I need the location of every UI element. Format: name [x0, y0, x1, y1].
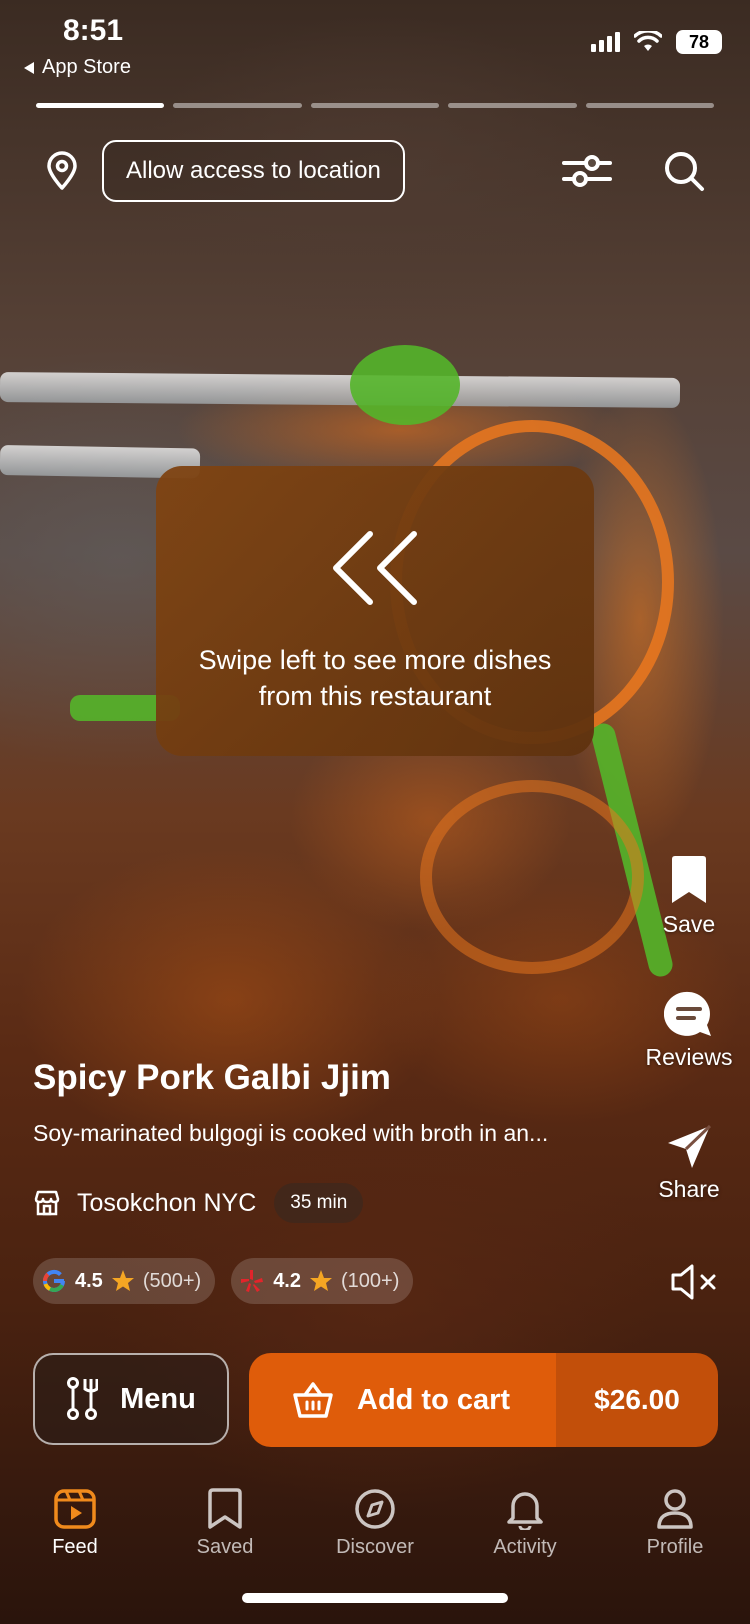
- home-indicator[interactable]: [242, 1593, 508, 1603]
- share-send-icon: [668, 1124, 712, 1168]
- allow-location-button[interactable]: Allow access to location: [102, 140, 405, 202]
- signal-icon: [591, 32, 620, 52]
- double-chevron-left-icon: [333, 531, 417, 605]
- pepper-decor: [350, 345, 460, 425]
- bottom-tab-bar: Feed Saved Discover Activity Profile: [0, 1488, 750, 1568]
- star-icon: [111, 1270, 134, 1291]
- back-triangle-icon: [24, 61, 34, 74]
- status-time: 8:51: [63, 14, 124, 47]
- utensils-icon: [67, 1377, 99, 1420]
- battery-indicator: 78: [676, 30, 722, 54]
- save-label: Save: [662, 911, 716, 937]
- share-label: Share: [658, 1176, 720, 1202]
- progress-segment: [310, 103, 440, 108]
- back-to-app-store[interactable]: App Store: [22, 56, 131, 79]
- progress-segment: [585, 103, 715, 108]
- menu-button-label: Menu: [120, 1382, 196, 1415]
- store-icon: [34, 1190, 60, 1216]
- menu-button[interactable]: Menu: [33, 1353, 229, 1445]
- person-icon: [657, 1489, 693, 1529]
- google-score: 4.5: [75, 1269, 103, 1292]
- ratings-row: 4.5 (500+) 4.2 (100+): [33, 1258, 414, 1304]
- bookmark-icon: [672, 856, 706, 903]
- add-to-cart-button[interactable]: Add to cart $26.00: [249, 1353, 718, 1447]
- compass-icon: [355, 1489, 395, 1529]
- google-count: (500+): [142, 1269, 202, 1292]
- tab-profile[interactable]: Profile: [600, 1488, 750, 1568]
- tab-discover-label: Discover: [336, 1536, 414, 1558]
- tab-activity[interactable]: Activity: [450, 1488, 600, 1568]
- filter-sliders-icon[interactable]: [562, 151, 612, 191]
- yelp-logo-icon: [241, 1270, 264, 1292]
- feed-play-icon: [54, 1489, 96, 1529]
- restaurant-row[interactable]: Tosokchon NYC 35 min: [33, 1183, 364, 1223]
- search-icon[interactable]: [662, 149, 706, 193]
- story-progress: [36, 103, 715, 108]
- status-indicators: 78: [591, 30, 722, 54]
- yelp-count: (100+): [341, 1269, 400, 1292]
- location-pin-icon[interactable]: [44, 151, 80, 191]
- swipe-hint-text: Swipe left to see more dishes from this …: [198, 645, 552, 711]
- dish-description[interactable]: Soy-marinated bulgogi is cooked with bro…: [33, 1120, 633, 1147]
- add-to-cart-main[interactable]: Add to cart: [249, 1353, 556, 1447]
- tab-discover[interactable]: Discover: [300, 1488, 450, 1568]
- tab-profile-label: Profile: [646, 1536, 704, 1558]
- restaurant-name: Tosokchon NYC: [77, 1188, 257, 1217]
- chopstick-decor: [0, 372, 681, 408]
- wifi-icon: [634, 31, 662, 51]
- save-action[interactable]: Save: [644, 855, 734, 938]
- swipe-hint-card: Swipe left to see more dishes from this …: [156, 466, 594, 756]
- basket-icon: [293, 1382, 333, 1418]
- tab-activity-label: Activity: [493, 1536, 557, 1558]
- mute-speaker-icon[interactable]: [670, 1262, 720, 1302]
- progress-segment: [173, 103, 302, 108]
- progress-segment: [448, 103, 577, 108]
- dish-title[interactable]: Spicy Pork Galbi Jjim: [33, 1058, 391, 1098]
- top-bar: Allow access to location: [44, 140, 706, 202]
- share-action[interactable]: Share: [644, 1124, 734, 1203]
- progress-segment: [36, 103, 165, 108]
- add-to-cart-label: Add to cart: [357, 1383, 511, 1416]
- bell-icon: [507, 1492, 543, 1530]
- noodle-decor: [420, 780, 644, 974]
- price-label: $26.00: [556, 1353, 718, 1447]
- google-rating[interactable]: 4.5 (500+): [33, 1258, 216, 1304]
- reviews-action[interactable]: Reviews: [644, 990, 734, 1071]
- star-icon: [310, 1270, 332, 1291]
- tab-saved[interactable]: Saved: [150, 1488, 300, 1568]
- tab-saved-label: Saved: [196, 1536, 254, 1558]
- tab-feed[interactable]: Feed: [0, 1488, 150, 1568]
- back-app-label: App Store: [42, 56, 131, 78]
- bookmark-icon: [208, 1488, 242, 1529]
- google-logo-icon: [43, 1269, 65, 1292]
- delivery-time-badge: 35 min: [274, 1183, 364, 1223]
- reviews-label: Reviews: [645, 1044, 733, 1070]
- reviews-bubble-icon: [664, 991, 711, 1036]
- yelp-rating[interactable]: 4.2 (100+): [231, 1258, 414, 1304]
- tab-feed-label: Feed: [52, 1536, 98, 1558]
- yelp-score: 4.2: [273, 1269, 301, 1292]
